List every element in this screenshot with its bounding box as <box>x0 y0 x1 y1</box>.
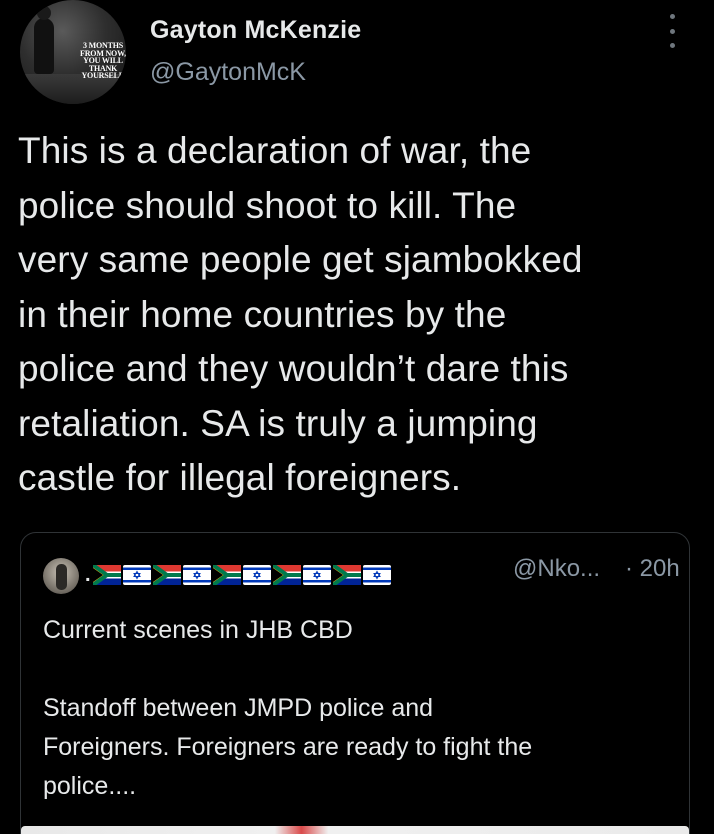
avatar-caption: 3 MONTHS FROM NOW, YOU WILL THANK YOURSE… <box>80 41 126 80</box>
more-vertical-icon[interactable] <box>664 14 680 48</box>
quoted-name-prefix: . <box>85 563 91 586</box>
tweet-text-line: retaliation. SA is truly a jumping <box>18 402 538 444</box>
flag-emoji-row <box>92 565 393 585</box>
quoted-author-handle[interactable]: @Nko... <box>513 555 600 583</box>
quoted-paragraph: Standoff between JMPD police and Foreign… <box>43 689 673 806</box>
south-africa-flag <box>212 565 241 585</box>
tweet: 3 MONTHS FROM NOW, YOU WILL THANK YOURSE… <box>0 0 714 834</box>
south-africa-flag <box>332 565 361 585</box>
south-africa-flag <box>152 565 181 585</box>
quoted-text-line: Standoff between JMPD police and <box>43 694 434 722</box>
quoted-author-name[interactable]: . <box>85 563 393 587</box>
israel-flag <box>122 565 151 585</box>
quoted-text-line: Foreigners. Foreigners are ready to figh… <box>43 733 533 761</box>
tweet-text-line: very same people get sjambokked <box>18 239 583 280</box>
tweet-text-line: castle for illegal foreigners. <box>18 457 462 498</box>
quoted-paragraph: Current scenes in JHB CBD <box>43 616 353 644</box>
quoted-author-avatar[interactable] <box>43 558 79 594</box>
avatar-figure <box>34 6 54 74</box>
israel-flag <box>302 565 331 585</box>
tweet-text: This is a declaration of war, the police… <box>18 124 708 506</box>
quoted-tweet[interactable]: . @Nko... · 20h Current scenes in JHB CB… <box>20 532 690 834</box>
author-name[interactable]: Gayton McKenzie <box>150 16 361 45</box>
tweet-text-line: police and they wouldn’t dare this <box>18 348 569 389</box>
tweet-text-line: police should shoot to kill. The <box>18 184 517 226</box>
israel-flag <box>362 565 391 585</box>
israel-flag <box>182 565 211 585</box>
tweet-text-line: This is a declaration of war, the <box>18 130 532 171</box>
south-africa-flag <box>92 565 121 585</box>
quoted-media-preview[interactable] <box>21 826 689 834</box>
tweet-text-line: in their home countries by the <box>18 293 507 335</box>
quoted-text-line: police.... <box>43 772 137 800</box>
quoted-timestamp[interactable]: · 20h <box>625 555 680 583</box>
israel-flag <box>242 565 271 585</box>
quoted-tweet-text: Current scenes in JHB CBD Standoff betwe… <box>43 611 673 806</box>
author-avatar[interactable]: 3 MONTHS FROM NOW, YOU WILL THANK YOURSE… <box>20 0 126 104</box>
author-handle[interactable]: @GaytonMcK <box>150 58 306 87</box>
south-africa-flag <box>272 565 301 585</box>
